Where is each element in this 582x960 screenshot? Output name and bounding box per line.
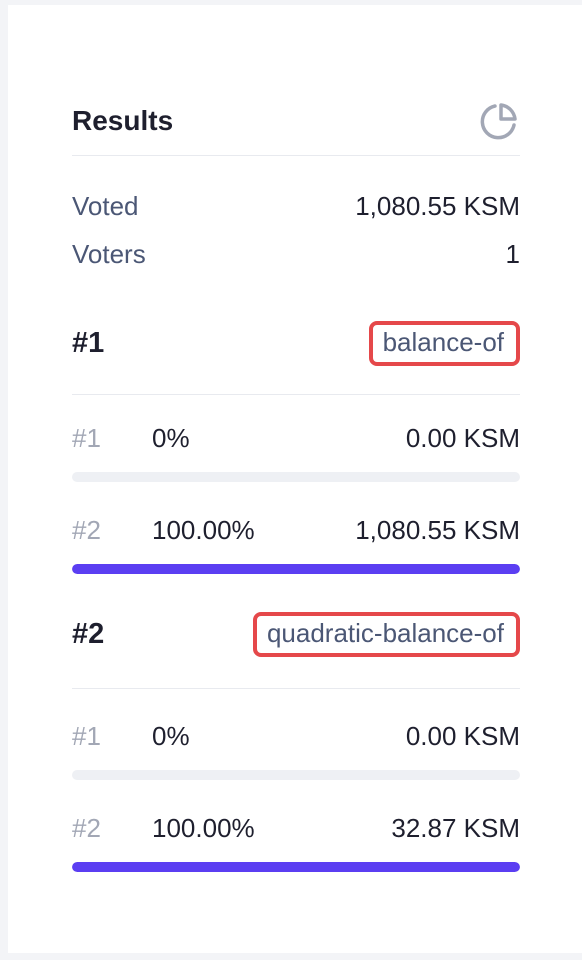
- strategy-divider: [72, 688, 520, 689]
- strategy-name: quadratic-balance-of: [252, 612, 520, 657]
- choice-index: #2: [72, 515, 101, 545]
- choice-row: #2 100.00% 1,080.55 KSM: [72, 515, 520, 551]
- voters-value: 1: [505, 239, 520, 269]
- voted-row: Voted 1,080.55 KSM: [72, 191, 520, 222]
- choice-amount: 1,080.55 KSM: [355, 515, 520, 545]
- choice-percent: 100.00%: [152, 515, 255, 545]
- voted-value: 1,080.55 KSM: [355, 191, 520, 221]
- strategy-name: balance-of: [368, 321, 520, 366]
- voters-label: Voters: [72, 239, 146, 269]
- results-panel: Results Voted 1,080.55 KSM Voters 1 #1 b…: [8, 5, 582, 953]
- pie-chart-icon[interactable]: [478, 100, 520, 142]
- choice-progress-fill: [72, 564, 520, 574]
- strategy-header: #2 quadratic-balance-of: [72, 612, 520, 657]
- choice-progress-bar: [72, 564, 520, 574]
- choice-index: #1: [72, 721, 101, 751]
- choice-amount: 0.00 KSM: [405, 423, 520, 453]
- choice-row: #1 0% 0.00 KSM: [72, 423, 520, 459]
- voted-label: Voted: [72, 191, 139, 221]
- choice-amount: 0.00 KSM: [405, 721, 520, 751]
- results-header: Results: [72, 85, 520, 157]
- strategy-number: #2: [72, 618, 105, 650]
- choice-progress-bar: [72, 770, 520, 780]
- choice-percent: 0%: [152, 721, 190, 751]
- choice-progress-fill: [72, 862, 520, 872]
- choice-index: #1: [72, 423, 101, 453]
- choice-progress-bar: [72, 862, 520, 872]
- header-divider: [72, 155, 520, 156]
- strategy-divider: [72, 394, 520, 395]
- voters-row: Voters 1: [72, 239, 520, 270]
- choice-percent: 0%: [152, 423, 190, 453]
- strategy-number: #1: [72, 327, 105, 359]
- choice-amount: 32.87 KSM: [391, 813, 520, 843]
- choice-index: #2: [72, 813, 101, 843]
- strategy-header: #1 balance-of: [72, 321, 520, 366]
- results-title: Results: [72, 105, 174, 136]
- choice-row: #1 0% 0.00 KSM: [72, 721, 520, 757]
- choice-percent: 100.00%: [152, 813, 255, 843]
- choice-progress-bar: [72, 472, 520, 482]
- choice-row: #2 100.00% 32.87 KSM: [72, 813, 520, 849]
